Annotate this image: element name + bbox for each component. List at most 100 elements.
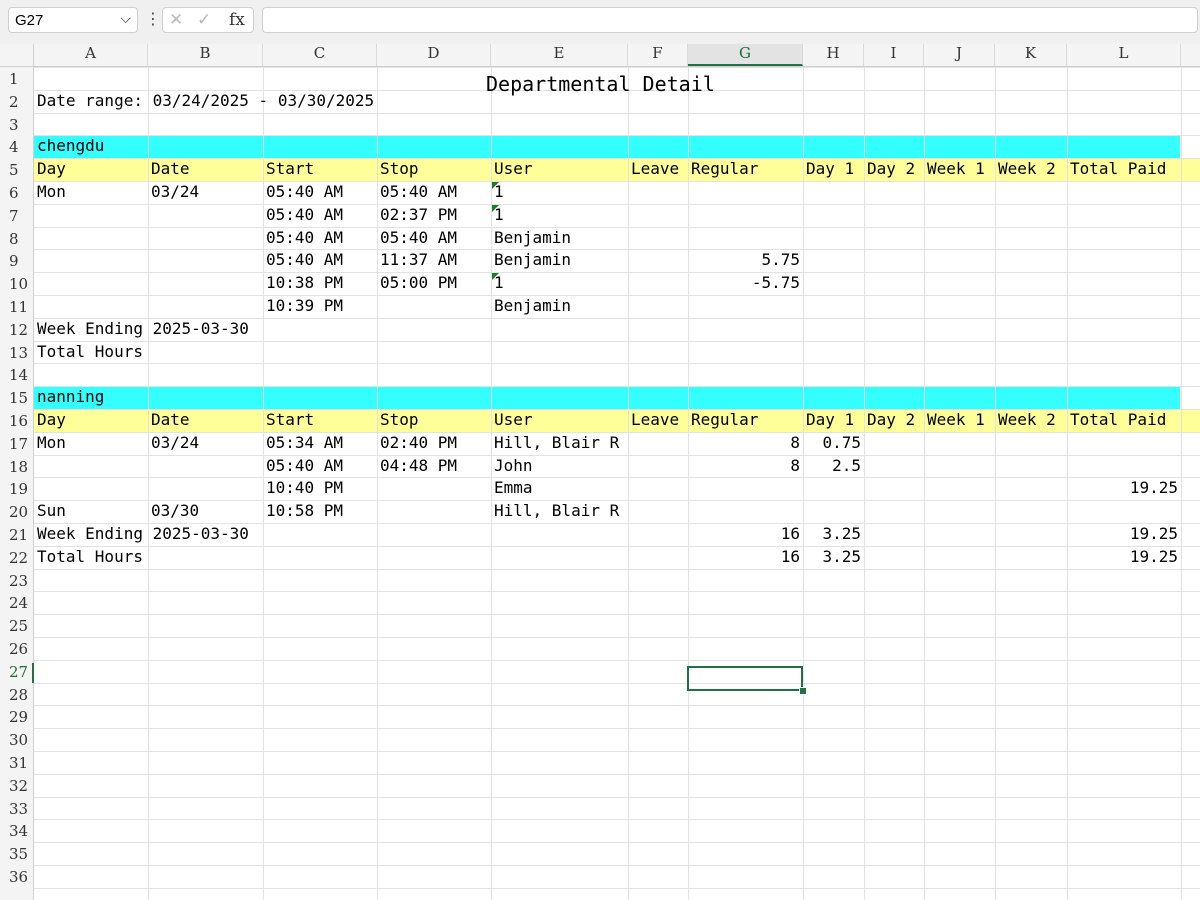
grid-row-line <box>34 705 1200 707</box>
row-header-33[interactable]: 33 <box>0 800 34 820</box>
cell-user: Benjamin <box>494 227 572 247</box>
row-header-31[interactable]: 31 <box>0 754 34 774</box>
grid-row-line <box>34 728 1200 730</box>
column-header-b[interactable]: B <box>148 44 263 66</box>
row-header-15[interactable]: 15 <box>0 389 34 409</box>
row-header-8[interactable]: 8 <box>0 230 34 250</box>
grid-row-line <box>34 887 1200 889</box>
summary-total-paid: 19.25 <box>1129 524 1178 543</box>
column-title: Day 2 <box>867 410 916 429</box>
cell-stop: 02:37 PM <box>380 204 458 224</box>
column-title: Start <box>266 410 315 429</box>
column-header-g[interactable]: G <box>688 44 803 66</box>
grid-row-line <box>34 226 1200 228</box>
row-header-17[interactable]: 17 <box>0 435 34 455</box>
cell-start: 10:58 PM <box>266 501 344 521</box>
grid-row-line <box>34 477 1200 479</box>
grid-row-line <box>34 591 1200 593</box>
column-header-h[interactable]: H <box>803 44 864 66</box>
column-header-d[interactable]: D <box>377 44 491 66</box>
column-header-e[interactable]: E <box>491 44 628 66</box>
row-header-6[interactable]: 6 <box>0 184 34 204</box>
row-header-26[interactable]: 26 <box>0 640 34 660</box>
confirm-icon[interactable]: ✓ <box>197 10 211 30</box>
row-header-20[interactable]: 20 <box>0 503 34 523</box>
row-header-24[interactable]: 24 <box>0 594 34 614</box>
column-header-l[interactable]: L <box>1067 44 1181 66</box>
cell-regular: 8 <box>790 455 800 475</box>
chevron-down-icon[interactable]: ⌵ <box>120 11 131 27</box>
column-header-j[interactable]: J <box>924 44 995 66</box>
row-header-10[interactable]: 10 <box>0 275 34 295</box>
grid-row-line <box>34 842 1200 844</box>
row-header-7[interactable]: 7 <box>0 207 34 227</box>
row-header-3[interactable]: 3 <box>0 116 34 136</box>
column-header-a[interactable]: A <box>34 44 148 66</box>
row-header-12[interactable]: 12 <box>0 321 34 341</box>
row-header-29[interactable]: 29 <box>0 708 34 728</box>
row-header-5[interactable]: 5 <box>0 161 34 181</box>
grid-column-line <box>628 67 629 900</box>
grid-row-line <box>34 135 1200 137</box>
formula-input[interactable] <box>262 7 1198 33</box>
row-header-19[interactable]: 19 <box>0 480 34 500</box>
fill-handle[interactable] <box>799 687 807 695</box>
column-header-i[interactable]: I <box>864 44 924 66</box>
column-title: Date <box>151 159 190 179</box>
row-header-13[interactable]: 13 <box>0 344 34 364</box>
row-header-25[interactable]: 25 <box>0 617 34 637</box>
grid-column-line <box>803 67 804 900</box>
grid-row-line <box>34 568 1200 570</box>
column-title: User <box>494 410 533 429</box>
row-header-34[interactable]: 34 <box>0 822 34 842</box>
row-header-21[interactable]: 21 <box>0 526 34 546</box>
cell-date: 03/24 <box>151 182 200 201</box>
more-vertical-icon[interactable]: ⋮ <box>145 9 161 28</box>
column-title: Regular <box>691 410 759 429</box>
column-header-c[interactable]: C <box>263 44 377 66</box>
summary-day1: 3.25 <box>822 546 861 566</box>
cancel-icon[interactable]: ✕ <box>169 10 183 30</box>
row-header-22[interactable]: 22 <box>0 549 34 569</box>
column-header-f[interactable]: F <box>628 44 688 66</box>
row-header-35[interactable]: 35 <box>0 845 34 865</box>
summary-regular: 16 <box>780 546 800 566</box>
cell-start: 05:40 AM <box>266 182 344 201</box>
row-header-30[interactable]: 30 <box>0 731 34 751</box>
row-header-18[interactable]: 18 <box>0 458 34 478</box>
select-all-corner[interactable] <box>0 44 34 67</box>
row-header-1[interactable]: 1 <box>0 70 34 90</box>
row-header-23[interactable]: 23 <box>0 572 34 592</box>
column-title: Regular <box>691 159 759 179</box>
row-header-27[interactable]: 27 <box>0 662 34 683</box>
grid-row-line <box>34 340 1200 342</box>
row-header-16[interactable]: 16 <box>0 412 34 432</box>
row-header-36[interactable]: 36 <box>0 868 34 888</box>
row-header-4[interactable]: 4 <box>0 138 34 158</box>
fx-icon[interactable]: fx <box>229 10 245 30</box>
row-header-9[interactable]: 9 <box>0 252 34 272</box>
formula-buttons: ✕ ✓ fx <box>162 7 254 33</box>
column-header-k[interactable]: K <box>995 44 1067 66</box>
grid-row-line <box>34 272 1200 274</box>
column-title: Day 1 <box>806 410 855 429</box>
name-box[interactable]: G27 ⌵ <box>8 7 138 33</box>
cell-user: Benjamin <box>494 296 572 315</box>
cell-start: 05:40 AM <box>266 455 344 475</box>
total-hours-label: Total Hours <box>37 546 143 566</box>
row-header-28[interactable]: 28 <box>0 686 34 706</box>
column-title: Stop <box>380 410 419 429</box>
cell-start: 10:39 PM <box>266 296 344 315</box>
column-title: Leave <box>631 410 680 429</box>
column-title: Total Paid <box>1070 410 1167 429</box>
active-cell-selection[interactable] <box>687 666 803 691</box>
cell-start: 05:34 AM <box>266 432 344 452</box>
spreadsheet-grid[interactable]: Departmental Detail Date range: 03/24/202… <box>34 67 1200 900</box>
grid-row-line <box>34 112 1200 114</box>
row-header-11[interactable]: 11 <box>0 298 34 318</box>
cell-user: Emma <box>494 478 533 498</box>
cell-start: 10:40 PM <box>266 478 344 498</box>
row-header-14[interactable]: 14 <box>0 366 34 386</box>
row-header-32[interactable]: 32 <box>0 777 34 797</box>
row-header-2[interactable]: 2 <box>0 93 34 113</box>
